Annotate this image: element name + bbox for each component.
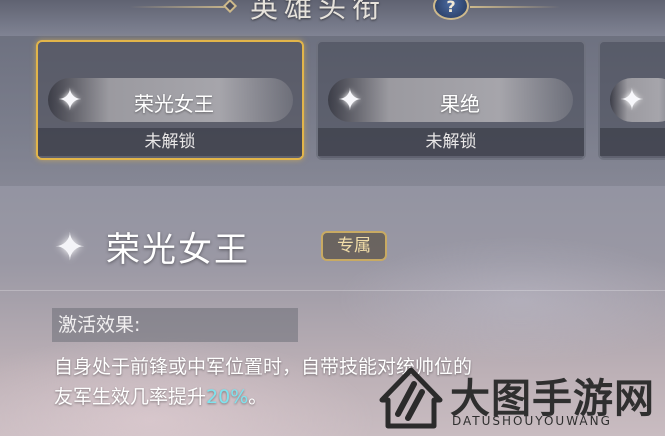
desc-line-2-end: 。 <box>248 386 268 408</box>
title-card-partial[interactable]: ✦ <box>598 40 665 160</box>
question-icon: ? <box>446 0 456 16</box>
card-status <box>600 128 665 156</box>
star-icon: ✦ <box>57 82 83 118</box>
exclusive-badge: 专属 <box>321 231 387 261</box>
title-diamond-left <box>222 0 238 14</box>
title-card-guojue[interactable]: ✦ 果绝 未解锁 <box>316 40 586 160</box>
watermark-subtitle: DATUSHOUYOUWANG <box>452 414 612 428</box>
detail-title-name: 荣光女王 <box>106 230 250 270</box>
house-logo-icon <box>379 367 443 429</box>
divider <box>0 290 665 291</box>
card-status: 未解锁 <box>38 128 302 156</box>
desc-line-2-text: 友军生效几率提升 <box>54 386 207 408</box>
card-name: 果绝 <box>440 92 480 116</box>
effect-value: 20% <box>206 386 249 408</box>
title-decor-right <box>470 6 560 8</box>
effect-label: 激活效果: <box>52 308 298 342</box>
page-title: 英雄头衔 <box>250 0 387 24</box>
title-card-rongguang[interactable]: ✦ 荣光女王 未解锁 <box>36 40 304 160</box>
detail-star-icon: ✦ <box>54 225 86 269</box>
star-icon: ✦ <box>337 82 363 118</box>
card-name: 荣光女王 <box>134 92 214 116</box>
help-button[interactable]: ? <box>433 0 469 20</box>
star-icon: ✦ <box>619 82 645 118</box>
watermark: 大图手游网 DATUSHOUYOUWANG <box>378 364 665 436</box>
card-status: 未解锁 <box>318 128 584 156</box>
title-decor-left <box>130 6 235 8</box>
top-bar: 英雄头衔 ? <box>0 0 665 36</box>
